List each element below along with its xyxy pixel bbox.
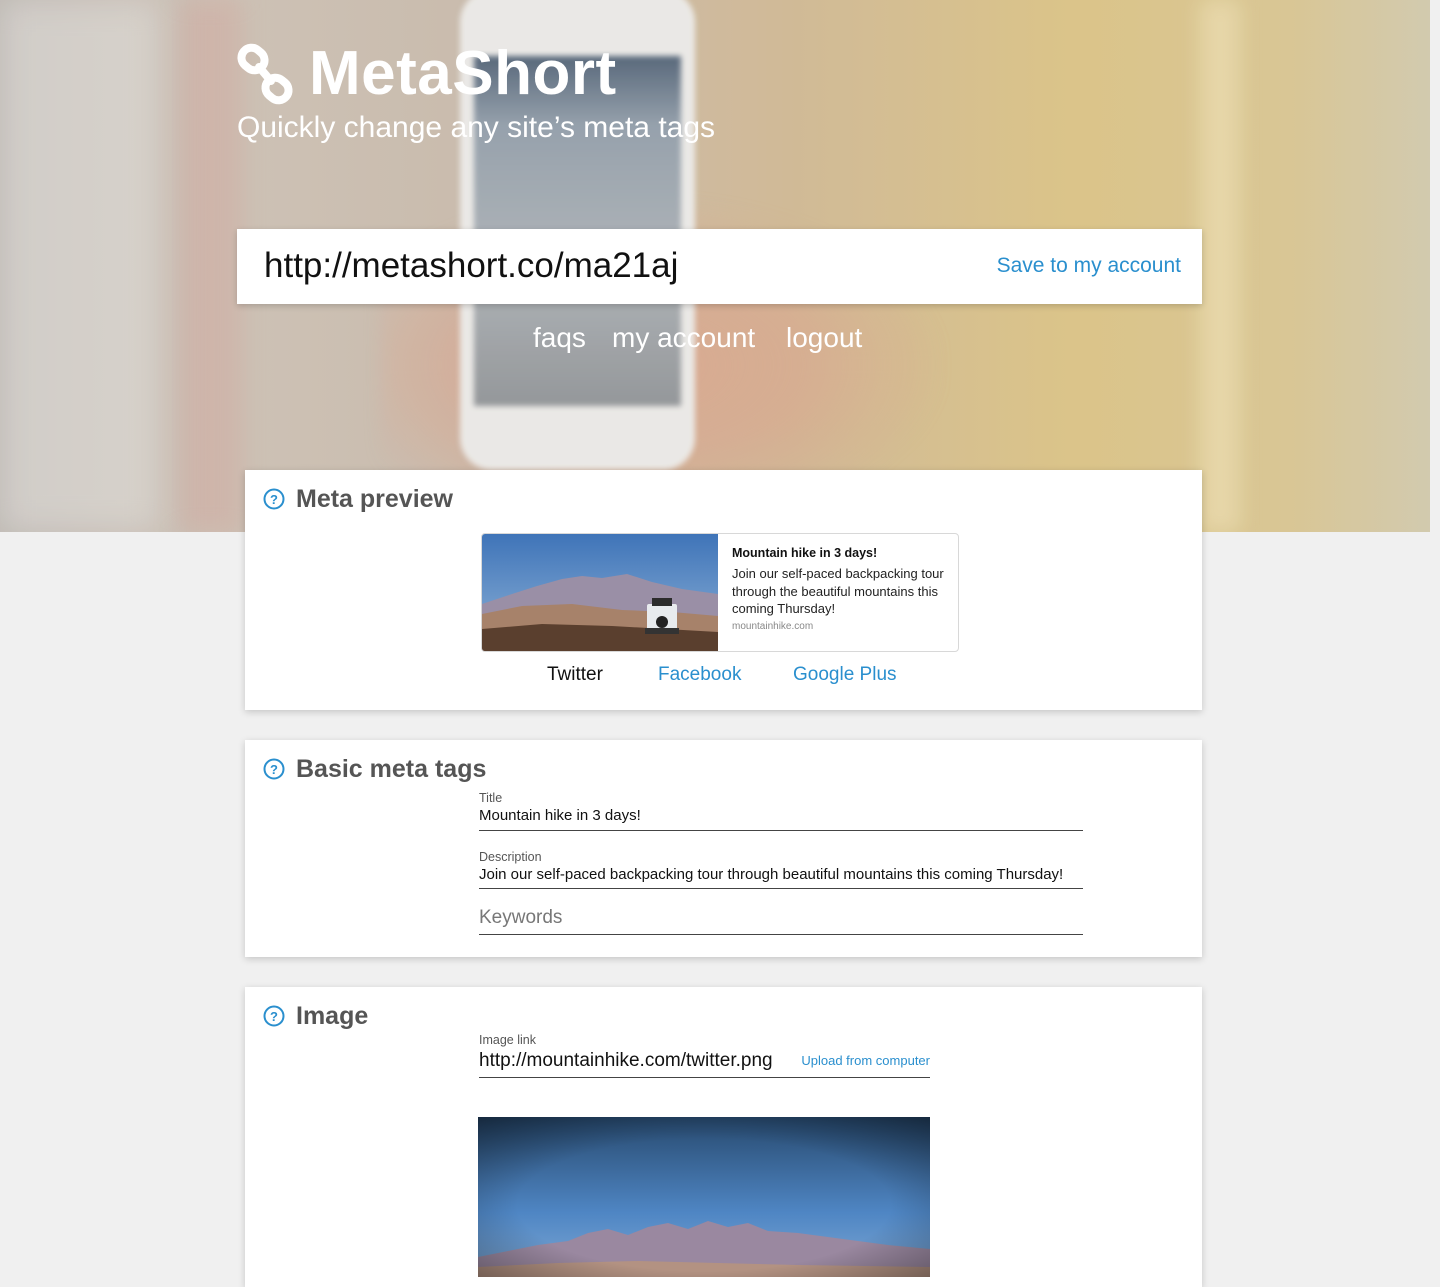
card-title: Image [296,1002,369,1030]
card-header: ? Image [263,1001,368,1031]
tab-facebook[interactable]: Facebook [658,663,741,687]
nav-faqs[interactable]: faqs [533,320,586,356]
card-title: Basic meta tags [296,755,487,783]
svg-text:?: ? [270,1009,278,1024]
preview-domain: mountainhike.com [732,620,814,632]
image-preview [478,1117,930,1277]
short-url-bar[interactable]: http://metashort.co/ma21aj Save to my ac… [237,229,1202,304]
brand-name: MetaShort [309,39,617,108]
image-link-value[interactable]: http://mountainhike.com/twitter.png [479,1049,773,1073]
card-header: ? Basic meta tags [263,754,486,784]
nav-logout[interactable]: logout [786,320,862,356]
image-link-label: Image link [479,1033,536,1047]
save-to-account-link[interactable]: Save to my account [997,252,1181,280]
preview-tabs: Twitter Facebook Google Plus [245,663,1202,693]
help-icon[interactable]: ? [263,758,285,780]
top-nav: faqs my account logout [0,320,1440,360]
upload-from-computer-link[interactable]: Upload from computer [801,1053,930,1069]
social-preview-card: Mountain hike in 3 days! Join our self-p… [481,533,959,652]
help-icon[interactable]: ? [263,1005,285,1027]
preview-title: Mountain hike in 3 days! [732,546,878,560]
svg-text:?: ? [270,492,278,507]
card-title: Meta preview [296,485,454,513]
preview-description: Join our self-paced backpacking tour thr… [732,566,944,616]
meta-preview-card: ? Meta preview Mountain hike in 3 days! … [245,470,1202,710]
tab-twitter[interactable]: Twitter [547,663,603,687]
description-field[interactable]: Description Join our self-paced backpack… [479,849,1083,889]
svg-text:?: ? [270,762,278,777]
tagline: Quickly change any site’s meta tags [237,111,716,144]
description-value[interactable]: Join our self-paced backpacking tour thr… [479,865,1083,885]
keywords-placeholder: Keywords [479,907,563,928]
preview-image [482,534,718,651]
title-field[interactable]: Title Mountain hike in 3 days! [479,790,1083,831]
brand[interactable]: MetaShort [237,40,617,108]
image-link-field[interactable]: Image link http://mountainhike.com/twitt… [479,1032,930,1078]
short-url-text[interactable]: http://metashort.co/ma21aj [264,245,678,287]
nav-my-account[interactable]: my account [612,320,755,356]
help-icon[interactable]: ? [263,488,285,510]
tab-google-plus[interactable]: Google Plus [793,663,897,687]
basic-meta-card: ? Basic meta tags Title Mountain hike in… [245,740,1202,957]
image-card: ? Image Image link http://mountainhike.c… [245,987,1202,1287]
title-value[interactable]: Mountain hike in 3 days! [479,806,1083,826]
description-label: Description [479,850,542,864]
chain-link-icon [237,43,293,105]
card-header: ? Meta preview [263,484,453,514]
title-label: Title [479,791,503,805]
keywords-field[interactable]: Keywords [479,906,1083,935]
